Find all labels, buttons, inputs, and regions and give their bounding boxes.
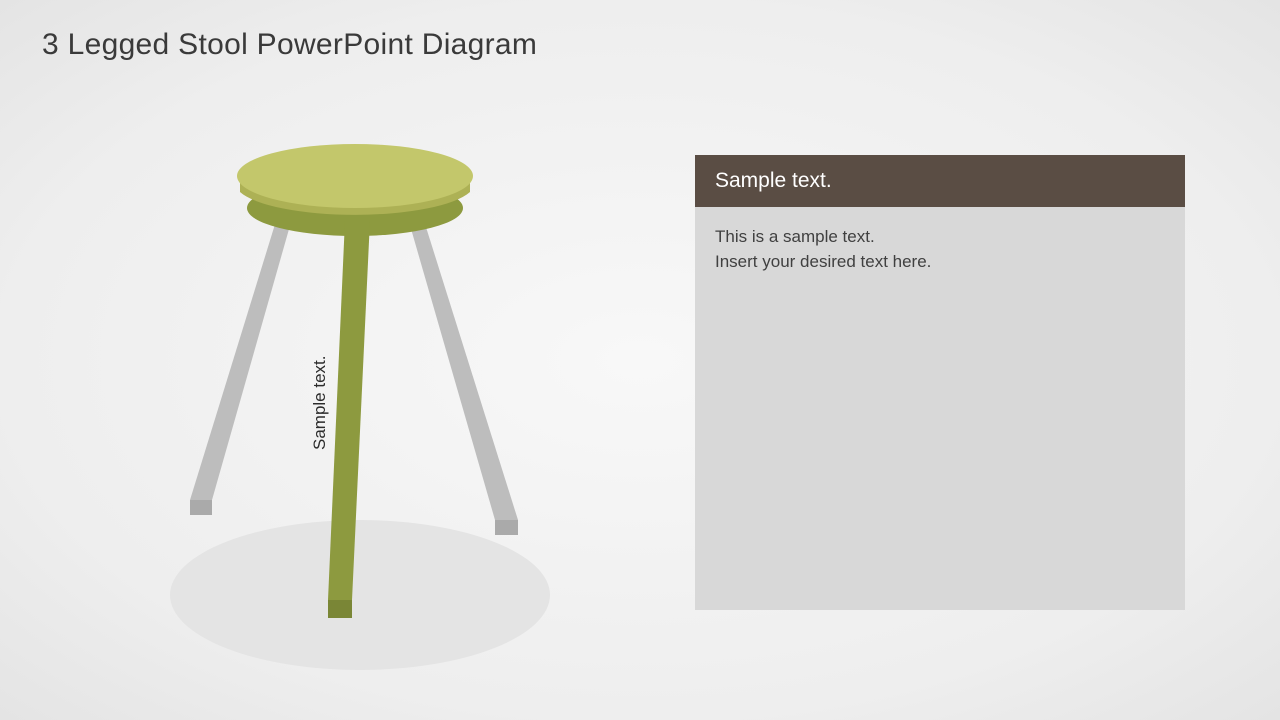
seat-top xyxy=(237,144,473,208)
stool-diagram: Sample text. xyxy=(130,120,590,680)
stool-leg-back-left xyxy=(190,208,295,515)
stool-leg-label: Sample text. xyxy=(310,356,330,451)
page-title: 3 Legged Stool PowerPoint Diagram xyxy=(42,28,537,62)
stool-leg-back-right xyxy=(405,208,518,535)
stool-leg-front xyxy=(328,220,370,618)
panel-header: Sample text. xyxy=(695,155,1185,207)
text-panel: Sample text. This is a sample text. Inse… xyxy=(695,155,1185,610)
panel-body: This is a sample text. Insert your desir… xyxy=(695,207,1185,292)
stool-svg xyxy=(130,120,590,680)
